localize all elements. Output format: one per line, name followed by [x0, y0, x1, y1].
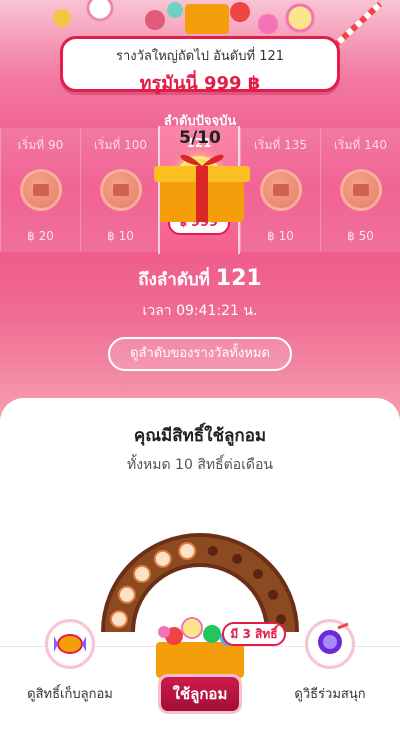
- rank-label: เริ่มที่ 100: [93, 138, 148, 152]
- gift-icon: [154, 154, 250, 222]
- reached-rank-text: ถึงลำดับที่: [138, 270, 210, 290]
- rank-amount: ฿ 10: [107, 229, 134, 243]
- candy-slot-filled: [133, 565, 151, 583]
- rank-label: เริ่มที่ 140: [333, 138, 388, 152]
- reached-rank-number: 121: [215, 266, 262, 291]
- rank-amount: ฿ 10: [267, 229, 294, 243]
- rank-amount: ฿ 50: [347, 229, 374, 243]
- how-to-play-button[interactable]: ดูวิธีร่วมสนุก: [260, 619, 400, 704]
- coin-icon: [259, 169, 302, 211]
- view-all-prizes-button[interactable]: ดูลำดับของรางวัลทั้งหมด: [108, 337, 292, 371]
- candy-slot-empty: [232, 553, 243, 564]
- card-title: คุณมีสิทธิ์ใช้ลูกอม: [133, 426, 267, 446]
- coin-icon: [339, 169, 382, 211]
- collect-rights-button[interactable]: ดูสิทธิ์เก็บลูกอม: [0, 619, 140, 704]
- reached-time: เวลา 09:41:21 น.: [142, 303, 258, 319]
- lollipop-icon: [305, 619, 355, 669]
- candy-slot-filled: [117, 585, 136, 604]
- candy-slot-filled: [153, 549, 172, 568]
- rights-remaining-badge: มี 3 สิทธิ์: [222, 622, 286, 646]
- rank-item-140: เริ่มที่ 140 ฿ 50: [320, 128, 400, 252]
- banner-prize: ทรูมันนี่ 999 ฿: [139, 73, 261, 94]
- candy-progress-arc: [101, 533, 299, 632]
- candy-slot-filled: [110, 610, 128, 629]
- how-to-play-label: ดูวิธีร่วมสนุก: [294, 687, 366, 702]
- card-subtitle: ทั้งหมด 10 สิทธิ์ต่อเดือน: [126, 457, 273, 473]
- rank-label: เริ่มที่ 90: [17, 138, 64, 152]
- reached-rank-heading: ถึงลำดับที่ 121: [0, 266, 400, 293]
- candy-slot-empty: [268, 589, 279, 600]
- candy-icon: [45, 619, 95, 669]
- banner-subtitle: รางวัลใหญ่ถัดไป อันดับที่ 121: [115, 49, 285, 64]
- coin-icon: [19, 169, 62, 211]
- candy-slot-filled: [178, 542, 197, 560]
- candy-slot-empty: [207, 546, 218, 556]
- rank-amount: ฿ 20: [27, 229, 54, 243]
- coin-icon: [99, 169, 142, 211]
- grand-prize-banner: รางวัลใหญ่ถัดไป อันดับที่ 121 ทรูมันนี่ …: [60, 36, 340, 94]
- rank-item-100: เริ่มที่ 100 ฿ 10: [80, 128, 160, 252]
- rank-item-90: เริ่มที่ 90 ฿ 20: [0, 128, 80, 252]
- candy-slot-empty: [253, 569, 263, 579]
- use-candy-button[interactable]: ใช้ลูกอม: [158, 674, 242, 714]
- collect-rights-label: ดูสิทธิ์เก็บลูกอม: [27, 687, 113, 702]
